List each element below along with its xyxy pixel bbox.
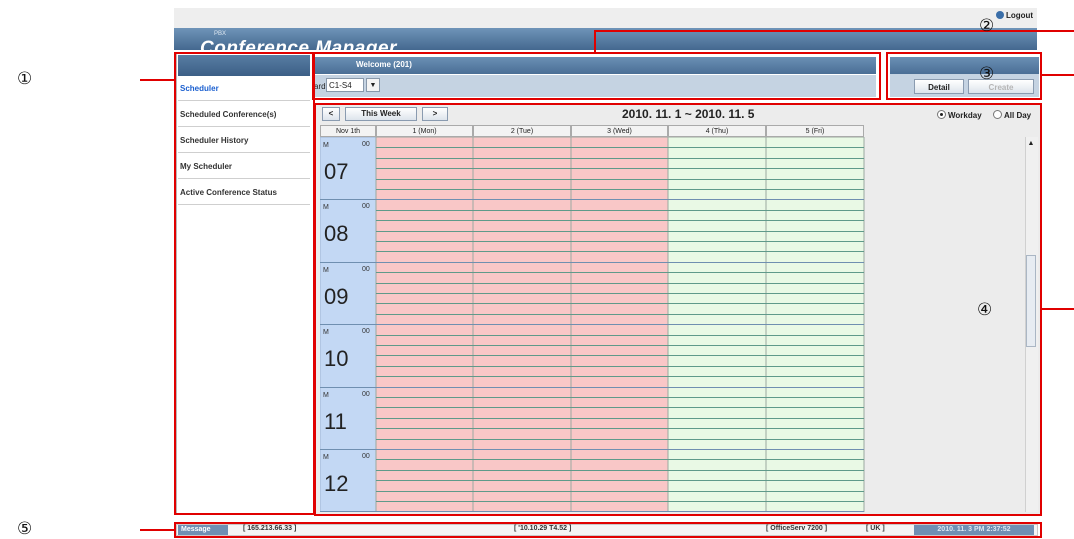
app-prefix: PBX <box>214 31 227 37</box>
callout-box-1 <box>174 52 315 515</box>
callout-number-1: ① <box>17 69 33 89</box>
callout-box-5 <box>174 522 1042 538</box>
logout-label: Logout <box>1006 11 1034 20</box>
callout-line-3 <box>1042 74 1074 76</box>
callout-number-4: ④ <box>977 300 993 320</box>
callout-box-2 <box>312 52 881 100</box>
top-bar <box>174 8 1037 28</box>
callout-line-2b <box>594 30 1074 32</box>
callout-line-1 <box>140 79 174 81</box>
callout-box-3 <box>886 52 1042 100</box>
logout-icon <box>996 11 1004 19</box>
callout-line-4 <box>1042 308 1074 310</box>
logout-link[interactable]: Logout <box>996 11 1033 20</box>
callout-line-2a <box>594 30 596 52</box>
callout-number-2: ② <box>979 16 995 36</box>
callout-line-5 <box>140 529 174 531</box>
callout-number-5: ⑤ <box>17 519 33 539</box>
callout-box-4 <box>314 103 1042 516</box>
callout-number-3: ③ <box>979 64 995 84</box>
